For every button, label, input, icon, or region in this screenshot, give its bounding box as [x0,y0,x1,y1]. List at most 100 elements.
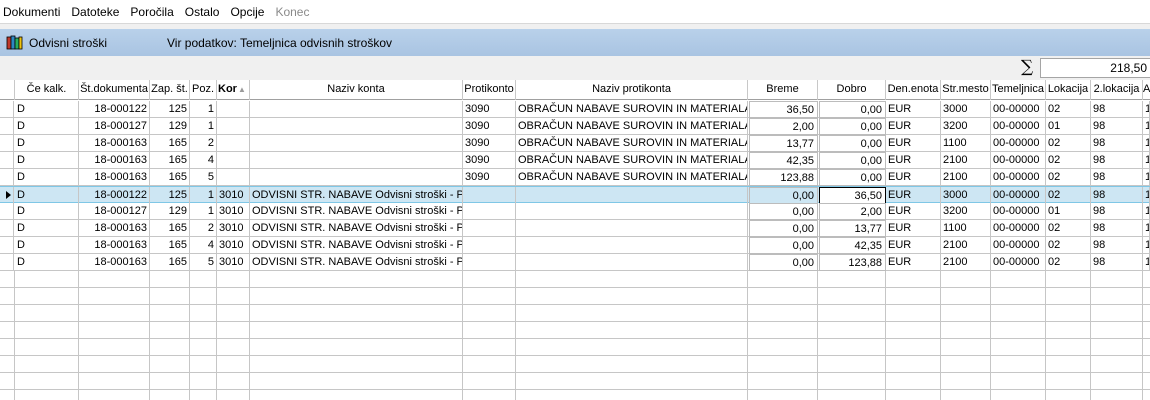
table-row[interactable]: D 18-000122 125 1 3090 OBRAČUN NABAVE SUROVIN… [0,101,1150,118]
cell-lokacija2[interactable]: 98 [1091,101,1143,117]
cell-lokacija[interactable]: 01 [1046,118,1091,134]
cell-str-mesto[interactable]: 3200 [941,118,991,134]
cell-zap-st[interactable]: 165 [150,237,190,253]
cell-naziv-protikonta[interactable]: OBRAČUN NABAVE SUROVIN IN MATERIALA [516,118,748,134]
menu-porocila[interactable]: Poročila [125,0,179,24]
cell-naziv-protikonta[interactable]: OBRAČUN NABAVE SUROVIN IN MATERIALA [516,169,748,185]
cell-ce-kalk[interactable]: D [15,203,79,219]
cell-den-enota[interactable]: EUR [886,220,941,236]
table-row[interactable]: D 18-000122 125 1 3010 ODVISNI STR. NABAVE Od… [0,186,1150,204]
cell-den-enota[interactable]: EUR [886,118,941,134]
cell-temeljnica[interactable]: 00-00000 [991,169,1046,185]
cell-protikonto[interactable] [463,187,516,203]
cell-st-dok[interactable]: 18-000127 [79,203,150,219]
col-header-kor[interactable]: Kor▲ [217,80,250,100]
cell-st-dok[interactable]: 18-000163 [79,152,150,168]
cell-poz[interactable]: 4 [190,152,217,168]
cell-zap-st[interactable]: 165 [150,220,190,236]
row-indicator[interactable] [0,254,14,270]
cell-naziv-konta[interactable]: ODVISNI STR. NABAVE Odvisni stroški - P. [250,254,463,270]
row-indicator[interactable] [0,135,14,151]
cell-kor[interactable]: 3010 [217,220,250,236]
cell-lokacija2[interactable]: 98 [1091,203,1143,219]
col-header-st-dokumenta[interactable]: Št.dokumenta [79,80,150,100]
cell-naziv-protikonta[interactable] [516,254,748,270]
cell-naziv-konta[interactable] [250,101,463,117]
cell-zap-st[interactable]: 129 [150,118,190,134]
cell-protikonto[interactable]: 3090 [463,135,516,151]
cell-naziv-konta[interactable]: ODVISNI STR. NABAVE Odvisni stroški - P. [250,237,463,253]
table-row[interactable]: D 18-000127 129 1 3090 OBRAČUN NABAVE SUROVIN… [0,118,1150,135]
cell-dobro[interactable]: 0,00 [819,152,886,169]
cell-str-mesto[interactable]: 3200 [941,203,991,219]
cell-str-mesto[interactable]: 1100 [941,220,991,236]
cell-lokacija[interactable]: 02 [1046,254,1091,270]
cell-lokacija2[interactable]: 98 [1091,254,1143,270]
row-indicator[interactable] [0,169,14,185]
cell-dobro[interactable]: 0,00 [819,101,886,118]
cell-den-enota[interactable]: EUR [886,237,941,253]
cell-naziv-konta[interactable] [250,135,463,151]
col-header-protikonto[interactable]: Protikonto [463,80,516,100]
col-header-naziv-protikonta[interactable]: Naziv protikonta [516,80,748,100]
cell-naziv-konta[interactable]: ODVISNI STR. NABAVE Odvisni stroški - P. [250,187,463,203]
cell-lokacija2[interactable]: 98 [1091,169,1143,185]
cell-lokacija[interactable]: 02 [1046,101,1091,117]
cell-breme[interactable]: 0,00 [749,254,818,271]
cell-st-dok[interactable]: 18-000122 [79,101,150,117]
cell-st-dok[interactable]: 18-000127 [79,118,150,134]
cell-lokacija2[interactable]: 98 [1091,237,1143,253]
row-indicator[interactable] [0,187,14,203]
cell-breme[interactable]: 0,00 [749,237,818,254]
cell-str-mesto[interactable]: 3000 [941,101,991,117]
cell-poz[interactable]: 1 [190,118,217,134]
cell-naziv-protikonta[interactable] [516,220,748,236]
cell-extra[interactable]: 1 [1143,187,1150,203]
cell-temeljnica[interactable]: 00-00000 [991,220,1046,236]
cell-breme[interactable]: 123,88 [749,169,818,186]
menu-opcije[interactable]: Opcije [225,0,270,24]
cell-breme[interactable]: 2,00 [749,118,818,135]
cell-temeljnica[interactable]: 00-00000 [991,187,1046,203]
cell-zap-st[interactable]: 165 [150,135,190,151]
row-indicator[interactable] [0,118,14,134]
cell-naziv-protikonta[interactable] [516,237,748,253]
cell-ce-kalk[interactable]: D [15,254,79,270]
cell-naziv-protikonta[interactable]: OBRAČUN NABAVE SUROVIN IN MATERIALA [516,152,748,168]
cell-ce-kalk[interactable]: D [15,220,79,236]
cell-lokacija2[interactable]: 98 [1091,152,1143,168]
cell-naziv-konta[interactable] [250,152,463,168]
menu-datoteke[interactable]: Datoteke [66,0,125,24]
table-row[interactable]: D 18-000163 165 2 3010 ODVISNI STR. NABAVE Od… [0,220,1150,237]
cell-extra[interactable]: 1 [1143,152,1150,168]
col-header-dobro[interactable]: Dobro [818,80,886,100]
cell-extra[interactable]: 1 [1143,220,1150,236]
cell-breme[interactable]: 0,00 [749,203,818,220]
cell-naziv-konta[interactable]: ODVISNI STR. NABAVE Odvisni stroški - P. [250,220,463,236]
cell-den-enota[interactable]: EUR [886,152,941,168]
row-indicator[interactable] [0,203,14,219]
cell-lokacija[interactable]: 02 [1046,220,1091,236]
table-row[interactable]: D 18-000163 165 2 3090 OBRAČUN NABAVE SUROVIN… [0,135,1150,152]
cell-naziv-konta[interactable] [250,118,463,134]
cell-den-enota[interactable]: EUR [886,169,941,185]
cell-den-enota[interactable]: EUR [886,135,941,151]
cell-poz[interactable]: 1 [190,203,217,219]
cell-lokacija[interactable]: 02 [1046,135,1091,151]
cell-extra[interactable]: 1 [1143,135,1150,151]
cell-str-mesto[interactable]: 3000 [941,187,991,203]
cell-poz[interactable]: 2 [190,220,217,236]
cell-poz[interactable]: 4 [190,237,217,253]
cell-dobro[interactable]: 0,00 [819,169,886,186]
cell-poz[interactable]: 2 [190,135,217,151]
col-header-zap-st[interactable]: Zap. št. [150,80,190,100]
cell-kor[interactable]: 3010 [217,203,250,219]
menu-dokumenti[interactable]: Dokumenti [0,0,66,24]
cell-ce-kalk[interactable]: D [15,169,79,185]
col-header-naziv-konta[interactable]: Naziv konta [250,80,463,100]
cell-protikonto[interactable]: 3090 [463,118,516,134]
cell-naziv-konta[interactable] [250,169,463,185]
cell-temeljnica[interactable]: 00-00000 [991,203,1046,219]
cell-naziv-protikonta[interactable] [516,203,748,219]
col-header-extra[interactable]: A [1143,80,1150,100]
